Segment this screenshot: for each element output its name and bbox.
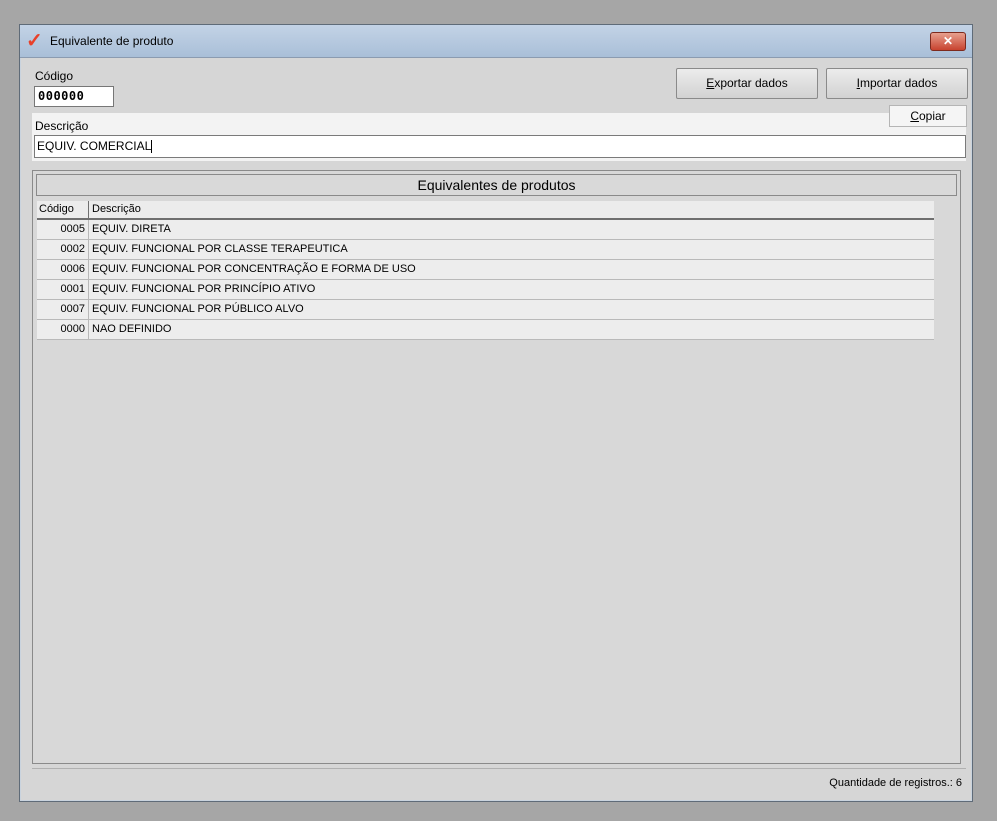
main-window: ✓ Equivalente de produto ✕ Código 000000… <box>19 24 973 802</box>
record-count: Quantidade de registros.: 6 <box>829 777 962 789</box>
row-description: EQUIV. FUNCIONAL POR CONCENTRAÇÃO E FORM… <box>92 263 416 275</box>
column-header-description[interactable]: Descrição <box>89 201 934 218</box>
copy-hotkey: C <box>910 109 919 123</box>
row-code: 0006 <box>37 260 89 279</box>
group-title: Equivalentes de produtos <box>36 174 957 196</box>
copy-button[interactable]: Copiar <box>889 105 967 127</box>
equivalents-table[interactable]: Código Descrição 0005 EQUIV. DIRETA 0002… <box>37 201 934 340</box>
export-data-button[interactable]: Exportar dados <box>676 68 818 99</box>
row-code: 0007 <box>37 300 89 319</box>
import-data-button[interactable]: Importar dados <box>826 68 968 99</box>
row-description: NAO DEFINIDO <box>92 323 172 335</box>
table-row[interactable]: 0002 EQUIV. FUNCIONAL POR CLASSE TERAPEU… <box>37 240 934 260</box>
row-description: EQUIV. DIRETA <box>92 223 171 235</box>
checkmark-icon: ✓ <box>26 30 43 52</box>
close-icon: ✕ <box>942 34 954 48</box>
window-title: Equivalente de produto <box>50 34 174 48</box>
status-bar: Quantidade de registros.: 6 <box>32 768 966 797</box>
text-caret <box>151 140 153 154</box>
description-input[interactable]: EQUIV. COMERCIAL <box>34 135 966 158</box>
import-label: mportar dados <box>859 76 938 90</box>
row-description: EQUIV. FUNCIONAL POR CLASSE TERAPEUTICA <box>92 243 348 255</box>
row-description: EQUIV. FUNCIONAL POR PÚBLICO ALVO <box>92 303 304 315</box>
table-row[interactable]: 0007 EQUIV. FUNCIONAL POR PÚBLICO ALVO <box>37 300 934 320</box>
code-label: Código <box>35 69 74 83</box>
description-label: Descrição <box>35 119 89 133</box>
code-field[interactable]: 000000 <box>34 86 114 107</box>
table-row[interactable]: 0001 EQUIV. FUNCIONAL POR PRINCÍPIO ATIV… <box>37 280 934 300</box>
description-value: EQUIV. COMERCIAL <box>37 139 152 153</box>
close-button[interactable]: ✕ <box>930 32 966 51</box>
row-code: 0005 <box>37 220 89 239</box>
column-header-code[interactable]: Código <box>37 201 89 218</box>
table-row[interactable]: 0000 NAO DEFINIDO <box>37 320 934 340</box>
table-row[interactable]: 0006 EQUIV. FUNCIONAL POR CONCENTRAÇÃO E… <box>37 260 934 280</box>
row-code: 0000 <box>37 320 89 339</box>
copy-label: opiar <box>918 109 946 123</box>
export-label: xportar dados <box>714 76 788 90</box>
title-bar[interactable]: ✓ Equivalente de produto ✕ <box>20 25 972 58</box>
row-code: 0001 <box>37 280 89 299</box>
table-header: Código Descrição <box>37 201 934 220</box>
table-row[interactable]: 0005 EQUIV. DIRETA <box>37 220 934 240</box>
row-code: 0002 <box>37 240 89 259</box>
equivalents-group: Equivalentes de produtos Código Descriçã… <box>32 170 961 764</box>
row-description: EQUIV. FUNCIONAL POR PRINCÍPIO ATIVO <box>92 283 316 295</box>
